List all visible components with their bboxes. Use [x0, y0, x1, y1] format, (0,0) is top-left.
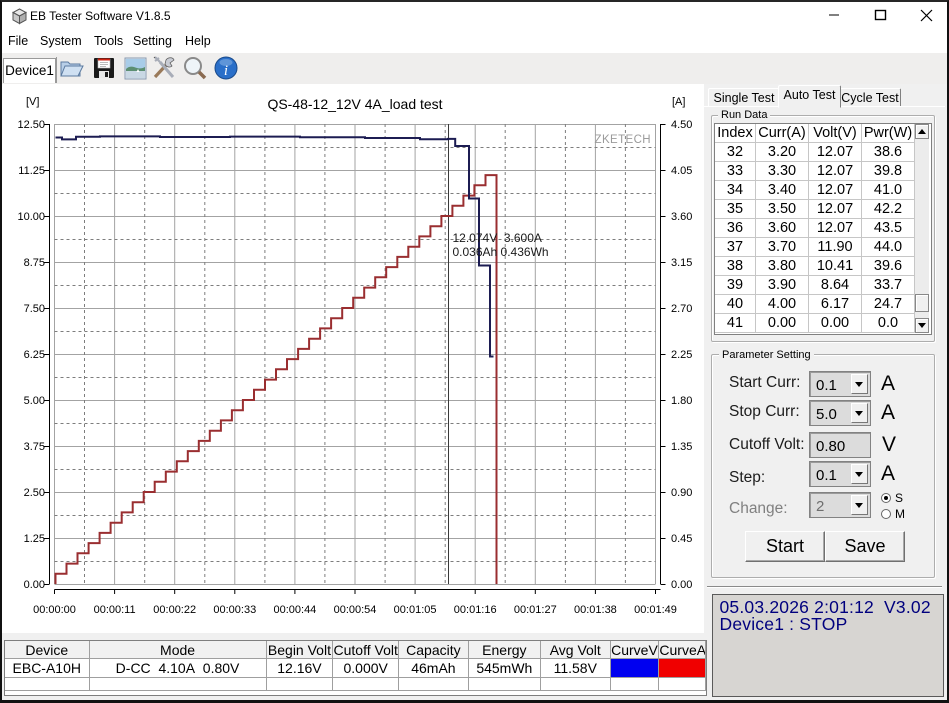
svg-text:12.074V 3.600A: 12.074V 3.600A	[453, 231, 542, 245]
svg-text:3.60: 3.60	[671, 211, 692, 223]
svg-text:00:00:54: 00:00:54	[334, 604, 377, 616]
svg-text:00:01:49: 00:01:49	[634, 604, 677, 616]
svg-text:0.45: 0.45	[671, 533, 692, 545]
svg-text:0.036Ah 0.436Wh: 0.036Ah 0.436Wh	[453, 245, 549, 259]
svg-text:00:01:05: 00:01:05	[394, 604, 437, 616]
svg-text:0.00: 0.00	[24, 579, 45, 591]
svg-text:00:00:33: 00:00:33	[213, 604, 256, 616]
svg-text:QS-48-12_12V 4A_load test: QS-48-12_12V 4A_load test	[267, 96, 442, 112]
svg-text:i: i	[224, 63, 228, 79]
svg-text:12.50: 12.50	[17, 119, 45, 131]
svg-text:00:01:16: 00:01:16	[454, 604, 497, 616]
svg-text:0.00: 0.00	[671, 579, 692, 591]
svg-text:10.00: 10.00	[17, 211, 45, 223]
svg-text:11.25: 11.25	[18, 165, 45, 177]
svg-text:1.80: 1.80	[671, 395, 692, 407]
svg-text:0.90: 0.90	[671, 487, 692, 499]
svg-text:00:00:00: 00:00:00	[33, 604, 76, 616]
svg-text:3.75: 3.75	[24, 441, 45, 453]
svg-text:2.25: 2.25	[671, 349, 692, 361]
svg-text:3.15: 3.15	[671, 257, 692, 269]
svg-text:00:01:38: 00:01:38	[574, 604, 617, 616]
svg-text:2.50: 2.50	[24, 487, 45, 499]
svg-text:5.00: 5.00	[24, 395, 45, 407]
svg-text:00:01:27: 00:01:27	[514, 604, 557, 616]
svg-text:00:00:22: 00:00:22	[153, 604, 196, 616]
svg-text:ZKETECH: ZKETECH	[595, 134, 651, 146]
svg-text:[V]: [V]	[26, 96, 39, 108]
svg-text:1.25: 1.25	[24, 533, 45, 545]
svg-text:4.50: 4.50	[671, 119, 692, 131]
svg-text:2.70: 2.70	[671, 303, 692, 315]
svg-text:7.50: 7.50	[24, 303, 45, 315]
svg-text:00:00:11: 00:00:11	[94, 604, 136, 616]
svg-text:[A]: [A]	[672, 96, 685, 108]
svg-text:00:00:44: 00:00:44	[273, 604, 316, 616]
svg-text:8.75: 8.75	[24, 257, 45, 269]
svg-text:4.05: 4.05	[671, 165, 692, 177]
svg-text:6.25: 6.25	[24, 349, 45, 361]
svg-text:1.35: 1.35	[671, 441, 692, 453]
